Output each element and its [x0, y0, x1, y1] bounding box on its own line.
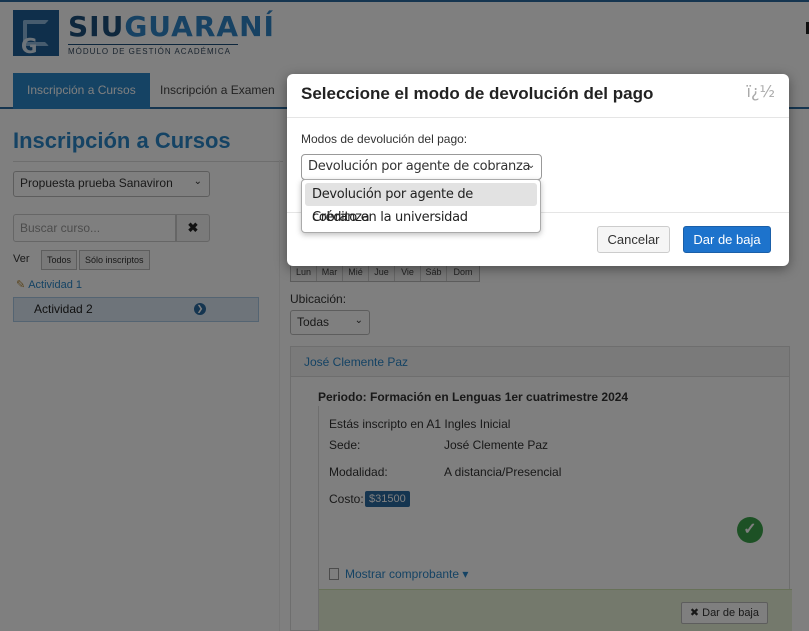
modal-header: Seleccione el modo de devolución del pag…	[287, 74, 789, 118]
modal-close-icon[interactable]: ï¿½	[747, 82, 775, 101]
modal-title: Seleccione el modo de devolución del pag…	[301, 84, 654, 103]
chevron-down-icon: ⌄	[526, 160, 535, 171]
refund-mode-modal: Seleccione el modo de devolución del pag…	[287, 74, 789, 266]
refund-mode-select-value: Devolución por agente de cobranza	[308, 159, 531, 174]
refund-mode-options: Devolución por agente de cobranza Crédit…	[301, 179, 541, 233]
option-credito-universidad[interactable]: Crédito en la universidad	[305, 206, 537, 229]
refund-mode-select[interactable]: Devolución por agente de cobranza ⌄	[301, 154, 542, 180]
dar-de-baja-button[interactable]: Dar de baja	[683, 226, 771, 253]
cancel-button[interactable]: Cancelar	[597, 226, 670, 253]
option-agente-cobranza[interactable]: Devolución por agente de cobranza	[305, 183, 537, 225]
refund-mode-label: Modos de devolución del pago:	[301, 132, 468, 146]
